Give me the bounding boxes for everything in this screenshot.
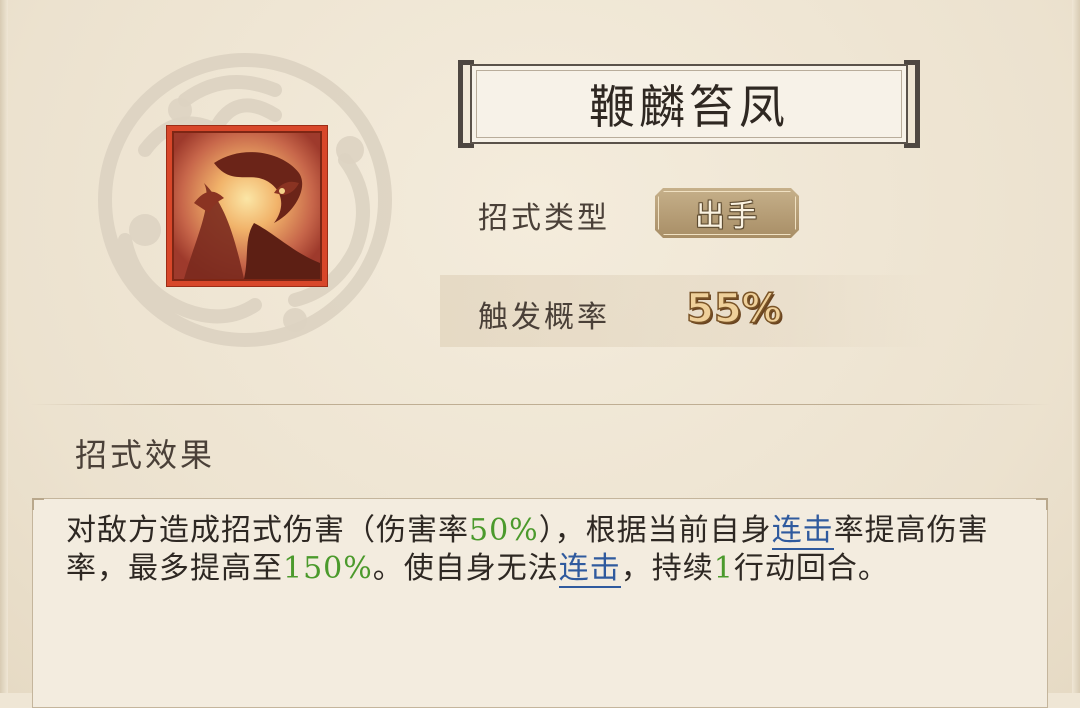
trigger-rate-value: 55% (685, 285, 782, 333)
panel-edge-left (0, 0, 8, 693)
description-text: ），根据当前自身 (538, 513, 772, 548)
skill-type-label: 招式类型 (478, 201, 610, 236)
description-text: 对敌方造成招式伤害（伤害率 (66, 513, 469, 548)
skill-type-badge: 出手 (655, 188, 799, 238)
description-text: ，持续 (620, 551, 714, 586)
effect-description: 对敌方造成招式伤害（伤害率50%），根据当前自身连击率提高伤害率，最多提高至15… (66, 512, 1011, 588)
keyword-link-combo[interactable]: 连击 (771, 513, 834, 550)
skill-name: 鞭麟笞凤 (589, 80, 789, 134)
skill-type-value: 出手 (695, 199, 759, 234)
highlight-value: 50% (469, 513, 539, 548)
effect-section-title: 招式效果 (75, 436, 216, 474)
section-divider (30, 404, 1050, 405)
description-text: 行动回合。 (733, 551, 889, 586)
panel-edge-right (1072, 0, 1080, 693)
dragon-phoenix-icon (174, 133, 320, 279)
description-text: 。使自身无法 (372, 551, 559, 586)
highlight-value: 1 (713, 551, 734, 586)
skill-name-plaque: 鞭麟笞凤 (458, 60, 920, 148)
skill-icon[interactable] (166, 125, 328, 287)
box-corner (1036, 498, 1048, 510)
highlight-value: 150% (283, 551, 373, 586)
skill-detail-panel: 鞭麟笞凤 招式类型 出手 触发概率 55% 招式效果 对敌方造成招式伤害（伤害率… (0, 0, 1080, 708)
trigger-rate-label: 触发概率 (478, 300, 610, 335)
keyword-link-combo[interactable]: 连击 (558, 551, 621, 588)
box-corner (32, 498, 44, 510)
